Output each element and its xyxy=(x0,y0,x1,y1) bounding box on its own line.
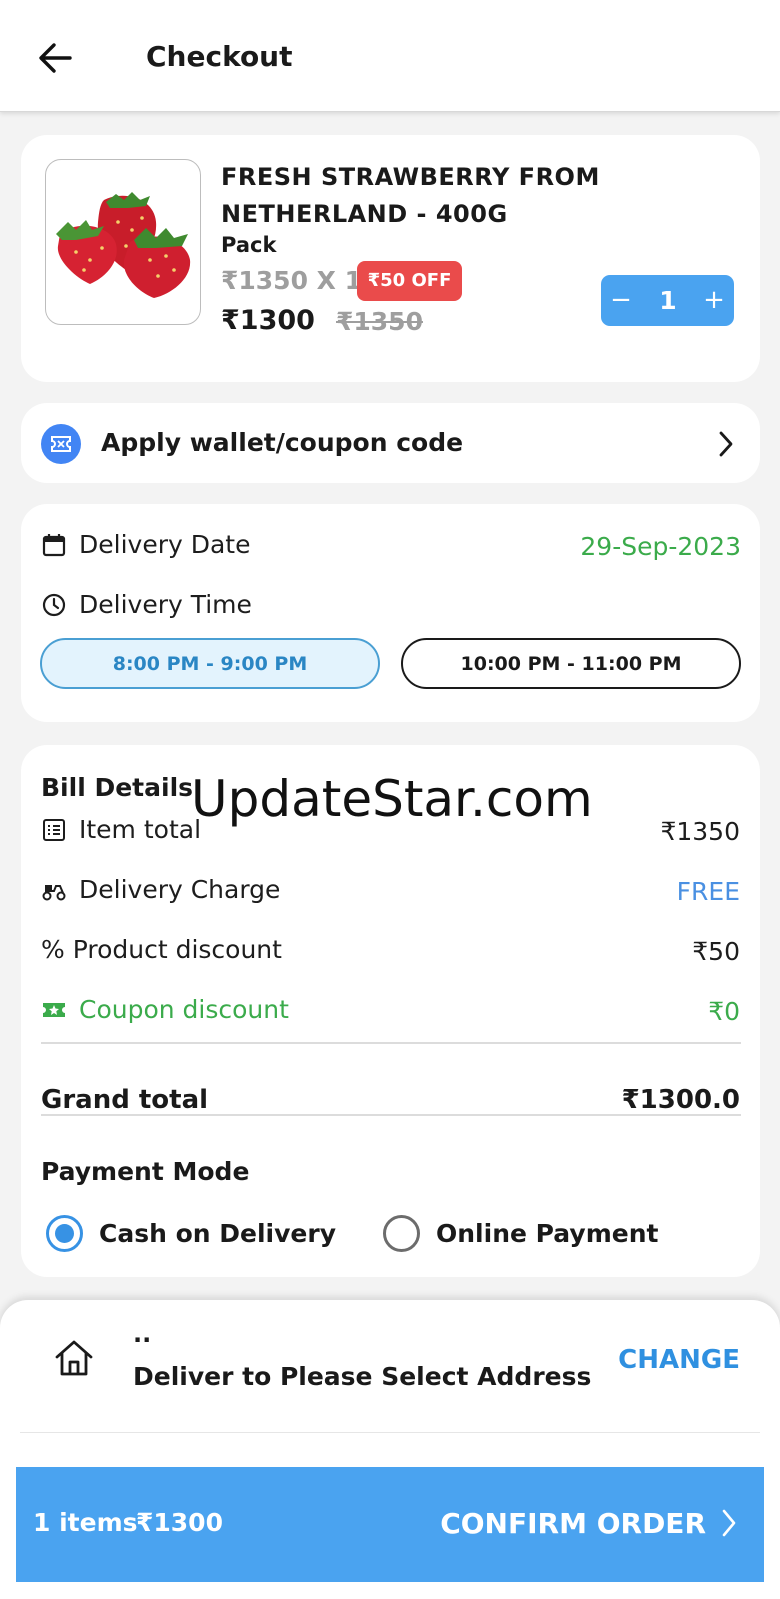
product-card: FRESH STRAWBERRY FROM NETHERLAND - 400G … xyxy=(21,135,760,382)
delivery-card: Delivery Date 29-Sep-2023 Delivery Time … xyxy=(21,504,760,722)
chevron-right-icon xyxy=(720,1507,738,1539)
change-address-button[interactable]: CHANGE xyxy=(618,1345,740,1375)
address-bottom-sheet: .. Deliver to Please Select Address CHAN… xyxy=(0,1300,780,1599)
grand-total-label: Grand total xyxy=(41,1085,209,1115)
order-total: ₹1300 xyxy=(136,1508,223,1537)
apply-coupon-row[interactable]: Apply wallet/coupon code xyxy=(21,403,760,483)
bill-details-title: Bill Details xyxy=(41,773,194,802)
cash-on-delivery-radio[interactable] xyxy=(46,1215,83,1252)
increase-quantity-button[interactable]: + xyxy=(694,275,734,326)
bill-details-card: Bill Details UpdateStar.com Item total ₹… xyxy=(21,745,760,1277)
decrease-quantity-button[interactable]: − xyxy=(601,275,641,326)
divider xyxy=(20,1432,760,1433)
original-price: ₹1350 xyxy=(336,307,423,336)
discount-badge: ₹50 OFF xyxy=(357,261,462,301)
delivery-date-label: Delivery Date xyxy=(79,530,251,559)
cash-on-delivery-label[interactable]: Cash on Delivery xyxy=(99,1219,336,1248)
watermark: UpdateStar.com xyxy=(191,770,593,828)
calendar-icon xyxy=(41,532,67,558)
list-icon xyxy=(41,817,67,843)
product-name: FRESH STRAWBERRY FROM NETHERLAND - 400G xyxy=(221,163,600,228)
delivery-date-value[interactable]: 29-Sep-2023 xyxy=(580,532,741,561)
quantity-value: 1 xyxy=(659,286,677,315)
coupon-discount-label: Coupon discount xyxy=(79,995,289,1024)
product-discount-value: ₹50 xyxy=(692,937,740,966)
time-slot-8pm[interactable]: 8:00 PM - 9:00 PM xyxy=(40,638,380,689)
home-icon xyxy=(52,1336,96,1380)
delivery-address-text: Deliver to Please Select Address xyxy=(133,1362,592,1391)
page-title: Checkout xyxy=(146,40,293,73)
divider xyxy=(41,1042,741,1044)
confirm-order-label: CONFIRM ORDER xyxy=(440,1507,706,1540)
product-image xyxy=(45,159,201,325)
chevron-right-icon xyxy=(716,429,736,459)
back-arrow-icon[interactable] xyxy=(36,38,76,78)
payment-mode-title: Payment Mode xyxy=(41,1157,250,1186)
unit-price-line: ₹1350 X 1 xyxy=(221,266,363,295)
coupon-ticket-icon xyxy=(41,997,67,1023)
quantity-stepper: − 1 + xyxy=(601,275,734,326)
clock-icon xyxy=(41,592,67,618)
final-price: ₹1300 xyxy=(221,305,315,336)
coupon-label: Apply wallet/coupon code xyxy=(101,428,464,457)
online-payment-radio[interactable] xyxy=(383,1215,420,1252)
divider xyxy=(41,1114,741,1116)
coupon-icon xyxy=(41,424,81,464)
app-header: Checkout xyxy=(0,0,780,112)
item-total-value: ₹1350 xyxy=(660,817,740,846)
item-count: 1 items xyxy=(33,1508,138,1537)
address-name: .. xyxy=(133,1320,152,1348)
coupon-discount-value: ₹0 xyxy=(708,997,740,1026)
delivery-charge-label: Delivery Charge xyxy=(79,875,281,904)
online-payment-label[interactable]: Online Payment xyxy=(436,1219,658,1248)
product-unit: Pack xyxy=(221,233,277,257)
item-total-label: Item total xyxy=(79,815,202,844)
time-slot-10pm[interactable]: 10:00 PM - 11:00 PM xyxy=(401,638,741,689)
grand-total-value: ₹1300.0 xyxy=(621,1085,740,1115)
delivery-time-label: Delivery Time xyxy=(79,590,252,619)
delivery-scooter-icon xyxy=(41,877,67,903)
delivery-charge-value: FREE xyxy=(676,877,740,906)
confirm-order-button[interactable]: 1 items ₹1300 CONFIRM ORDER xyxy=(16,1467,764,1582)
product-discount-label: % Product discount xyxy=(41,935,282,964)
